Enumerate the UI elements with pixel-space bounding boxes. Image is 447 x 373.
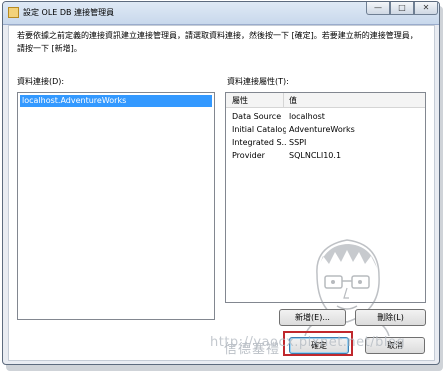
delete-button[interactable]: 刪除(L) [355, 309, 426, 326]
data-connections-list[interactable]: localhost.AdventureWorks [17, 92, 215, 320]
properties-header: 屬性 值 [226, 93, 425, 108]
new-button[interactable]: 新增(E)... [279, 309, 346, 326]
header-value[interactable]: 值 [289, 95, 297, 106]
connection-properties-label: 資料連接屬性(T): [227, 77, 289, 86]
maximize-button[interactable]: □ [390, 2, 414, 15]
property-key: Data Source [232, 112, 282, 121]
instructions-text: 若要依據之前定義的連接資訊建立連接管理員，請選取資料連接，然後按一下 [確定]。… [17, 31, 418, 53]
property-value: SQLNCLI10.1 [289, 151, 342, 160]
dialog-window: 設定 OLE DB 連接管理員 — □ ✕ 若要依據之前定義的連接資訊建立連接管… [2, 1, 440, 365]
minimize-button[interactable]: — [366, 2, 390, 15]
header-divider[interactable] [283, 93, 284, 107]
property-row: Provider SQLNCLI10.1 [226, 150, 425, 163]
connection-item[interactable]: localhost.AdventureWorks [20, 95, 212, 107]
title-bar[interactable]: 設定 OLE DB 連接管理員 — □ ✕ [3, 2, 439, 25]
dialog-app-icon [8, 7, 19, 18]
watermark-url: http://yaocx.pixnet.net/blog [210, 335, 406, 350]
dialog-content: 若要依據之前定義的連接資訊建立連接管理員，請選取資料連接，然後按一下 [確定]。… [8, 25, 435, 361]
property-row: Integrated S... SSPI [226, 137, 425, 150]
property-key: Provider [232, 151, 265, 160]
window-title: 設定 OLE DB 連接管理員 [23, 8, 115, 17]
header-property[interactable]: 屬性 [232, 95, 248, 106]
close-button[interactable]: ✕ [414, 2, 438, 15]
property-row: Data Source localhost [226, 111, 425, 124]
property-value: AdventureWorks [289, 125, 355, 134]
data-connections-label: 資料連接(D): [17, 77, 65, 86]
property-value: SSPI [289, 138, 307, 147]
property-row: Initial Catalog AdventureWorks [226, 124, 425, 137]
property-key: Integrated S... [232, 138, 286, 147]
property-key: Initial Catalog [232, 125, 286, 134]
property-value: localhost [289, 112, 325, 121]
